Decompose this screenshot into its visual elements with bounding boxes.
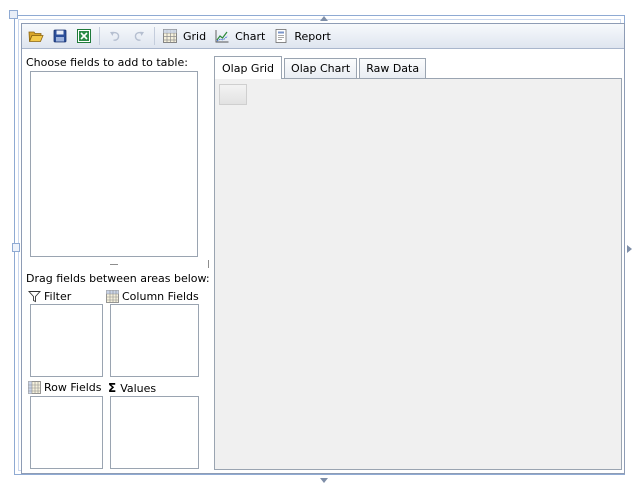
column-grid-icon [106,290,119,303]
export-excel-button[interactable] [72,26,96,46]
values-label: Values [120,381,157,395]
row-fields-area-header: Row Fields [28,381,102,394]
column-fields-label: Column Fields [122,290,199,303]
resize-arrow-right[interactable] [627,245,632,253]
grid-label: Grid [183,29,207,43]
redo-icon [131,28,147,44]
tab-olap-chart[interactable]: Olap Chart [284,58,358,78]
drag-fields-caption: Drag fields between areas below: [26,272,210,285]
sigma-icon: Σ [108,381,117,395]
tab-olap-grid[interactable]: Olap Grid [214,56,283,79]
row-fields-label: Row Fields [44,381,102,394]
grid-view-button[interactable]: Grid [158,26,210,46]
resize-handle-left[interactable] [12,243,20,252]
report-button[interactable]: Report [269,26,334,46]
field-list[interactable] [30,71,198,257]
floppy-disk-icon [52,28,68,44]
toolbar: Grid Chart Report [22,24,624,49]
line-chart-icon [214,28,230,44]
resize-arrow-bottom[interactable] [320,478,328,483]
redo-button[interactable] [127,26,151,46]
folder-open-icon [28,28,44,44]
filter-label: Filter [44,290,72,303]
tab-raw-data[interactable]: Raw Data [359,58,427,78]
olap-grid-view [214,78,622,470]
chart-label: Chart [235,29,266,43]
column-fields-drop-area[interactable] [110,304,199,377]
values-area-header: Σ Values [108,381,156,395]
view-tabs: Olap Grid Olap Chart Raw Data [214,56,428,79]
row-fields-drop-area[interactable] [30,396,103,469]
designer-surface: Grid Chart Report Choose fields to add t… [0,0,635,486]
filter-icon [27,290,42,303]
filter-area-header: Filter [27,290,72,303]
move-handle[interactable] [9,10,18,19]
excel-export-icon [76,28,92,44]
panel-splitter[interactable] [208,260,209,268]
grid-corner-cell[interactable] [219,84,247,105]
column-fields-area-header: Column Fields [106,290,199,303]
field-chooser-panel: Choose fields to add to table: Drag fiel… [26,54,210,470]
filter-drop-area[interactable] [30,304,103,377]
report-icon [273,28,289,44]
grid-icon [162,28,178,44]
choose-fields-caption: Choose fields to add to table: [26,56,188,69]
open-button[interactable] [24,26,48,46]
toolbar-separator [99,27,100,45]
undo-button[interactable] [103,26,127,46]
report-label: Report [294,29,331,43]
save-button[interactable] [48,26,72,46]
resize-arrow-top[interactable] [320,16,328,21]
values-drop-area[interactable] [110,396,199,469]
toolbar-separator [154,27,155,45]
chart-view-button[interactable]: Chart [210,26,269,46]
field-list-splitter[interactable] [110,264,118,265]
row-grid-icon [28,381,41,394]
olap-control: Grid Chart Report Choose fields to add t… [21,23,625,474]
undo-icon [107,28,123,44]
